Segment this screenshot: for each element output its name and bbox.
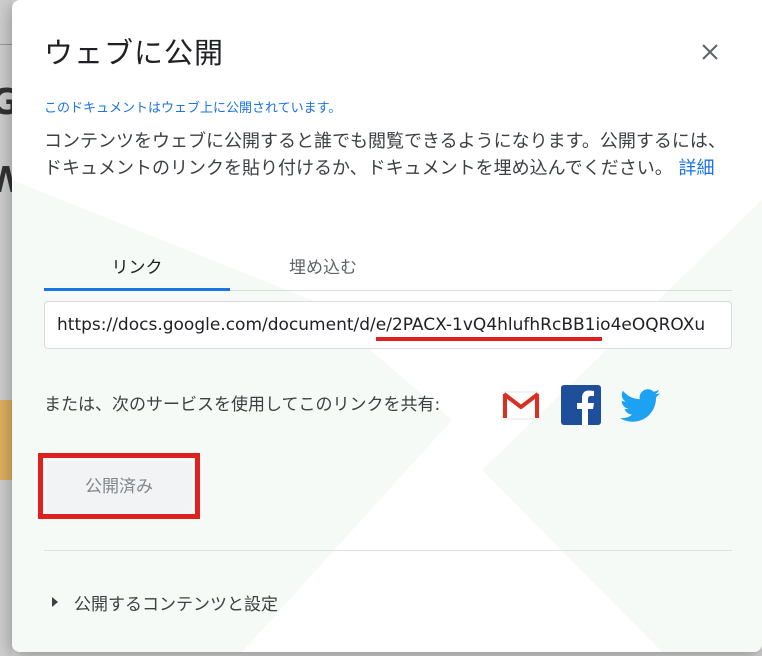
url-highlight-underline: [376, 337, 602, 341]
description-body: コンテンツをウェブに公開すると誰でも閲覧できるようになります。公開するには、ドキ…: [44, 131, 726, 179]
learn-more-link[interactable]: 詳細: [678, 158, 714, 179]
tab-embed-label: 埋め込む: [289, 258, 357, 278]
twitter-share-button[interactable]: [618, 384, 660, 426]
tab-link-label: リンク: [111, 258, 163, 278]
close-button[interactable]: [692, 34, 728, 70]
active-tab-indicator: [44, 288, 230, 291]
link-url-text[interactable]: https://docs.google.com/document/d/e/2PA…: [57, 302, 721, 348]
gmail-share-button[interactable]: [500, 384, 542, 426]
publish-status-text: このドキュメントはウェブ上に公開されています。: [44, 101, 342, 116]
backdrop-image-edge: [0, 400, 12, 480]
section-divider: [44, 550, 732, 551]
facebook-share-button[interactable]: [560, 384, 602, 426]
tab-embed[interactable]: 埋め込む: [230, 248, 416, 290]
gmail-icon: [502, 391, 540, 420]
share-label: または、次のサービスを使用してこのリンクを共有:: [44, 395, 441, 415]
close-icon: [702, 44, 718, 60]
tab-bar: リンク 埋め込む: [44, 248, 732, 291]
description-text: コンテンツをウェブに公開すると誰でも閲覧できるようになります。公開するには、ドキ…: [44, 128, 734, 182]
publish-to-web-dialog: ウェブに公開 このドキュメントはウェブ上に公開されています。 コンテンツをウェブ…: [12, 0, 762, 652]
backdrop-divider: [0, 44, 12, 45]
dialog-title: ウェブに公開: [44, 36, 225, 70]
tab-link[interactable]: リンク: [44, 248, 230, 291]
facebook-icon: [561, 385, 601, 425]
link-url-field[interactable]: https://docs.google.com/document/d/e/2PA…: [44, 301, 732, 349]
expand-triangle-icon: [52, 597, 58, 607]
content-settings-expander[interactable]: 公開するコンテンツと設定: [52, 588, 278, 616]
twitter-icon: [620, 389, 660, 422]
published-button[interactable]: 公開済み: [46, 461, 192, 513]
content-settings-label: 公開するコンテンツと設定: [74, 594, 278, 615]
